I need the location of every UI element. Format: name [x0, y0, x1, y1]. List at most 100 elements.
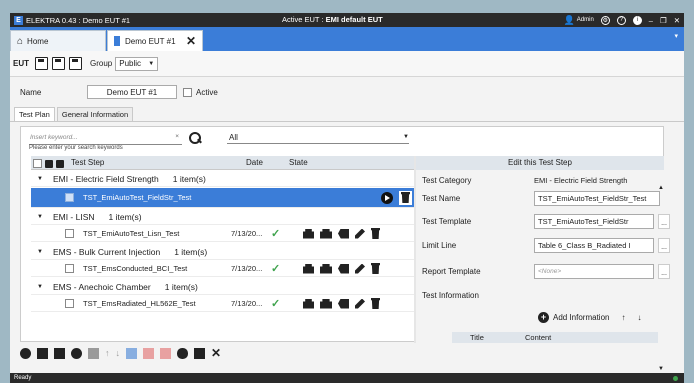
eraser-icon[interactable]: [338, 228, 349, 239]
edit-panel-scrollbar[interactable]: ▲ ▼: [658, 185, 664, 372]
run-test-icon[interactable]: [381, 191, 393, 204]
collapse-icon[interactable]: ▼: [37, 214, 43, 220]
report-template-field[interactable]: <None>: [534, 264, 654, 279]
printer-icon[interactable]: [303, 298, 314, 309]
printer-icon[interactable]: [303, 228, 314, 239]
minimize-button[interactable]: –: [649, 16, 653, 25]
eraser-icon[interactable]: [338, 263, 349, 274]
print-preview-icon[interactable]: [320, 263, 332, 274]
category-filter-select[interactable]: All ▼: [227, 131, 409, 144]
print-icon[interactable]: [194, 347, 205, 359]
column-header-title: Title: [470, 333, 484, 342]
user-icon[interactable]: 👤: [564, 15, 575, 26]
settings-icon[interactable]: ⚙: [600, 15, 610, 25]
clear-search-icon[interactable]: ×: [175, 133, 179, 140]
close-window-button[interactable]: ✕: [674, 16, 680, 25]
print-preview-icon[interactable]: [320, 298, 332, 309]
eraser-icon[interactable]: [338, 298, 349, 309]
scroll-up-icon[interactable]: ▲: [658, 185, 664, 191]
delete-selected-icon[interactable]: [45, 159, 53, 168]
add-information-button[interactable]: + Add Information ↑ ↓: [538, 312, 641, 323]
move-up-icon[interactable]: ↑: [105, 348, 110, 358]
collapse-icon[interactable]: ▼: [37, 249, 43, 255]
save-close-icon[interactable]: [69, 57, 82, 70]
duplicate-step-icon[interactable]: [54, 347, 65, 359]
move-down-icon[interactable]: ↓: [116, 348, 121, 358]
row-checkbox[interactable]: [65, 193, 74, 202]
limit-line-field[interactable]: Table 6_Class B_Radiated I: [534, 238, 654, 253]
row-checkbox[interactable]: [65, 299, 74, 308]
search-input[interactable]: Insert keyword... ×: [29, 132, 182, 145]
printer-icon[interactable]: [303, 263, 314, 274]
tab-general-information[interactable]: General Information: [56, 107, 134, 121]
delete-row-icon[interactable]: [399, 190, 412, 205]
name-field[interactable]: Demo EUT #1: [87, 85, 177, 99]
column-header-content: Content: [525, 333, 552, 342]
scroll-down-icon[interactable]: ▼: [658, 366, 664, 372]
print-preview-icon[interactable]: [320, 228, 332, 239]
collapse-icon[interactable]: ▼: [37, 176, 43, 182]
move-up-icon[interactable]: ↑: [621, 313, 625, 322]
attach-icon[interactable]: [177, 347, 188, 359]
tab-demo-eut[interactable]: Demo EUT #1 ✕: [107, 30, 203, 51]
group-row[interactable]: ▼ EMI - LISN 1 item(s): [31, 209, 414, 225]
active-checkbox-group[interactable]: Active: [183, 87, 218, 97]
test-name-field[interactable]: TST_EmiAutoTest_FieldStr_Test: [534, 191, 660, 206]
export-icon[interactable]: [160, 347, 171, 359]
delete-step-icon[interactable]: [37, 347, 48, 359]
close-tab-icon[interactable]: ✕: [186, 34, 196, 48]
tab-test-plan[interactable]: Test Plan: [14, 107, 55, 121]
edit-test-step-panel: Edit this Test Step Test Category EMI - …: [416, 156, 670, 372]
group-select[interactable]: Public ▼: [115, 56, 159, 71]
group-row[interactable]: ▼ EMS - Bulk Current Injection 1 item(s): [31, 244, 414, 260]
column-header-date[interactable]: Date: [246, 158, 289, 167]
search-icon[interactable]: [188, 131, 202, 145]
run-step-icon[interactable]: [71, 347, 82, 359]
move-down-icon[interactable]: ↓: [637, 313, 641, 322]
pencil-icon[interactable]: [355, 263, 365, 274]
pencil-icon[interactable]: [355, 298, 365, 309]
tab-home-label: Home: [27, 36, 49, 46]
group-row[interactable]: ▼ EMS - Anechoic Chamber 1 item(s): [31, 279, 414, 295]
pencil-icon[interactable]: [355, 228, 365, 239]
import-icon[interactable]: [126, 347, 137, 359]
select-all-checkbox[interactable]: [33, 159, 42, 168]
check-icon: ✓: [271, 228, 281, 240]
group-row[interactable]: ▼ EMI - Electric Field Strength 1 item(s…: [31, 171, 414, 187]
row-checkbox[interactable]: [65, 229, 74, 238]
tab-demo-eut-label: Demo EUT #1: [125, 36, 176, 46]
trash-icon[interactable]: [371, 263, 380, 274]
save-icon[interactable]: [35, 57, 48, 70]
document-tab-bar: ⌂ Home Demo EUT #1 ✕ ▾: [10, 27, 684, 51]
column-header-state[interactable]: State: [289, 158, 308, 167]
add-step-icon[interactable]: [20, 347, 31, 359]
user-name[interactable]: Admin: [577, 17, 594, 23]
table-row[interactable]: TST_EmiAutoTest_Lisn_Test 7/13/20... ✓: [31, 226, 414, 242]
help-icon[interactable]: ?: [616, 15, 626, 25]
search-row: Insert keyword... ×: [29, 131, 202, 145]
test-template-field[interactable]: TST_EmiAutoTest_FieldStr: [534, 214, 654, 229]
information-table-header: Title Content: [452, 332, 658, 343]
column-header-test-step[interactable]: Test Step: [71, 158, 246, 167]
active-checkbox[interactable]: [183, 87, 192, 97]
close-icon[interactable]: ✕: [211, 346, 221, 360]
chevron-down-icon[interactable]: ▾: [674, 32, 678, 40]
table-row[interactable]: TST_EmsConducted_BCI_Test 7/13/20... ✓: [31, 261, 414, 277]
trash-icon[interactable]: [371, 228, 380, 239]
trash-icon[interactable]: [371, 298, 380, 309]
name-row: Name Demo EUT #1 Active: [10, 77, 684, 107]
save-as-icon[interactable]: [52, 57, 65, 70]
name-label: Name: [20, 87, 42, 97]
report-icon[interactable]: [143, 347, 154, 359]
status-bar: Ready: [10, 373, 684, 383]
row-checkbox[interactable]: [65, 264, 74, 273]
table-row[interactable]: TST_EmsRadiated_HL562E_Test 7/13/20... ✓: [31, 296, 414, 312]
copy-selected-icon[interactable]: [56, 159, 64, 168]
collapse-icon[interactable]: ▼: [37, 284, 43, 290]
table-row[interactable]: TST_EmiAutoTest_FieldStr_Test: [31, 188, 414, 208]
document-icon: [114, 36, 120, 46]
tab-home[interactable]: ⌂ Home: [10, 30, 106, 51]
eraser-icon[interactable]: [88, 347, 99, 359]
restore-button[interactable]: ❐: [660, 16, 667, 25]
info-icon[interactable]: i: [632, 15, 642, 25]
